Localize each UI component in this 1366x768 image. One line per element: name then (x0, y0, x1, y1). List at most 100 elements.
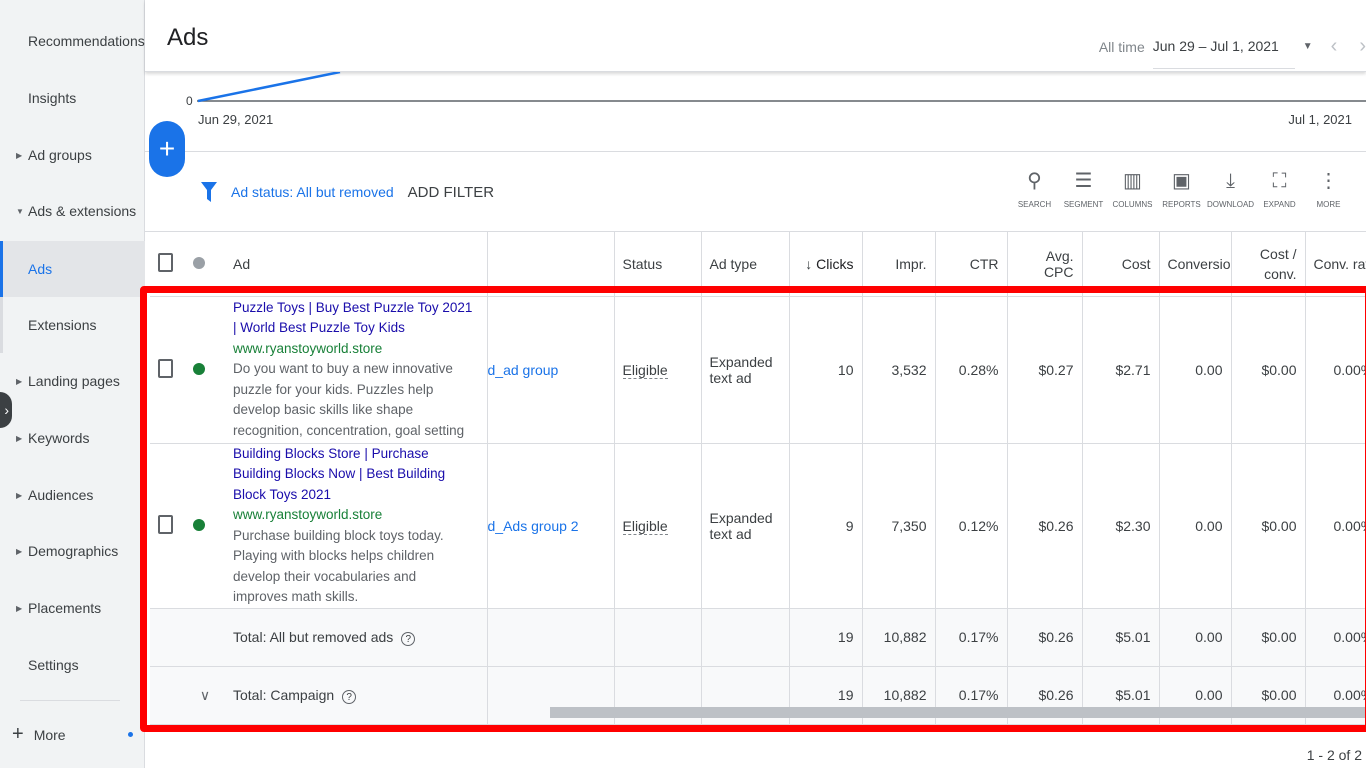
avg-cpc-total: $0.26 (1007, 608, 1083, 667)
col-ad-group[interactable] (487, 232, 615, 297)
label: Clicks (816, 255, 854, 272)
ad-description: Do you want to buy a new innovative puzz… (233, 361, 465, 438)
col-conv-rate[interactable]: Conv. rate (1305, 232, 1366, 297)
add-ad-button[interactable]: + (149, 121, 185, 177)
status-dot (185, 296, 225, 444)
col-status[interactable]: Status (614, 232, 702, 297)
sidebar: Recommendations Insights ▶ Ad groups ▼ Ads… (0, 0, 145, 768)
checkbox[interactable] (158, 358, 173, 378)
ad-type-value: Expanded text ad (701, 296, 790, 444)
checkbox[interactable] (158, 514, 173, 534)
col-cost-conv[interactable]: Cost / conv. (1231, 232, 1306, 297)
sort-desc-icon: ↓ (805, 255, 817, 272)
sidebar-item-keywords[interactable]: ▶ Keywords (0, 418, 145, 458)
ad-group-link[interactable]: d_ad group (487, 296, 615, 444)
col-ad[interactable]: Ad (225, 232, 488, 297)
ad-preview[interactable]: Puzzle Toys | Buy Best Puzzle Toy 2021 |… (225, 296, 488, 444)
dropdown-arrow-icon[interactable]: ▼ (1303, 41, 1313, 52)
expand-chevron-icon[interactable]: ∨ (185, 666, 225, 725)
chart-svg (197, 70, 1366, 103)
more-button[interactable]: ⋮ MORE (1304, 168, 1353, 216)
next-period-icon[interactable]: › (1359, 35, 1366, 58)
y-tick: 0 (186, 94, 193, 108)
sidebar-item-ad-groups[interactable]: ▶ Ad groups (0, 135, 145, 175)
caret-right-icon: ▶ (16, 546, 23, 556)
checkbox[interactable] (158, 252, 173, 272)
columns-button[interactable]: ▥ COLUMNS (1108, 168, 1157, 216)
col-cost[interactable]: Cost (1082, 232, 1160, 297)
impr-value: 3,532 (862, 296, 936, 444)
col-ctr[interactable]: CTR (935, 232, 1008, 297)
col-avg-cpc[interactable]: Avg. CPC (1007, 232, 1083, 297)
sidebar-item-landing-pages[interactable]: ▶ Landing pages (0, 361, 145, 401)
sidebar-item-demographics[interactable]: ▶ Demographics (0, 531, 145, 571)
sidebar-item-extensions[interactable]: Extensions (0, 297, 145, 353)
prev-period-icon[interactable]: ‹ (1331, 35, 1338, 58)
sidebar-item-ads[interactable]: Ads (0, 241, 145, 297)
impr-total: 10,882 (862, 608, 936, 667)
search-button[interactable]: ⚲ SEARCH (1010, 168, 1059, 216)
ad-preview[interactable]: Building Blocks Store | Purchase Buildin… (225, 443, 488, 609)
pagination-count: 1 - 2 of 2 (1306, 747, 1362, 763)
label: Extensions (28, 317, 97, 333)
help-icon[interactable]: ? (342, 689, 357, 704)
sidebar-item-insights[interactable]: Insights (0, 78, 145, 118)
label: DOWNLOAD (1206, 200, 1255, 209)
sidebar-item-settings[interactable]: Settings (0, 645, 145, 685)
ad-group-link[interactable]: d_Ads group 2 (487, 443, 615, 609)
label: EXPAND (1263, 200, 1296, 209)
page-title: Ads (167, 24, 209, 51)
divider (20, 700, 120, 701)
label: More (33, 726, 66, 743)
expand-button[interactable]: ⛶ EXPAND (1255, 168, 1304, 216)
label: Ad groups (28, 147, 92, 163)
chevron-right-icon: › (4, 402, 9, 418)
eligible-dot-icon (193, 518, 205, 531)
ad-headline[interactable]: Building Blocks Store | Purchase Buildin… (233, 444, 479, 506)
sidebar-item-ads-extensions[interactable]: ▼ Ads & extensions (0, 191, 145, 231)
filter-toolbar: Ad status: All but removed ADD FILTER ⚲ S… (145, 152, 1366, 232)
conv-rate-total: 0.00% (1305, 608, 1366, 667)
caret-right-icon: ▶ (16, 376, 23, 386)
cost-value: $2.30 (1082, 443, 1160, 609)
horizontal-scrollbar[interactable] (550, 707, 1366, 718)
reports-button[interactable]: ▣ REPORTS (1157, 168, 1206, 216)
filter-icon[interactable] (201, 182, 217, 202)
add-filter-button[interactable]: ADD FILTER (408, 184, 494, 201)
label: Keywords (28, 430, 90, 446)
col-conversions[interactable]: Conversions (1159, 232, 1232, 297)
help-icon[interactable]: ? (401, 631, 416, 646)
col-impr[interactable]: Impr. (862, 232, 936, 297)
date-value[interactable]: Jun 29 – Jul 1, 2021 (1152, 38, 1295, 69)
label: SEGMENT (1063, 200, 1104, 209)
ad-headline[interactable]: Puzzle Toys | Buy Best Puzzle Toy 2021 |… (233, 298, 479, 339)
download-icon: ⤓ (1226, 170, 1235, 192)
notification-dot (128, 732, 133, 737)
table-header: Ad Status Ad type ↓ Clicks Impr. CTR Avg… (150, 232, 1366, 297)
total-label: Total: Campaign? (225, 666, 488, 725)
row-checkbox[interactable] (150, 443, 185, 609)
select-all-checkbox[interactable] (150, 232, 185, 297)
ctr-value: 0.12% (935, 443, 1008, 609)
sidebar-item-audiences[interactable]: ▶ Audiences (0, 475, 145, 515)
col-clicks[interactable]: ↓ Clicks (789, 232, 863, 297)
download-button[interactable]: ⤓ DOWNLOAD (1206, 168, 1255, 216)
sidebar-item-recommendations[interactable]: Recommendations (0, 21, 145, 61)
ctr-total: 0.17% (935, 608, 1008, 667)
status-value[interactable]: Eligible (622, 517, 668, 535)
date-range-picker[interactable]: All time Jun 29 – Jul 1, 2021 ▼ ‹ › (1099, 24, 1366, 69)
impr-value: 7,350 (862, 443, 936, 609)
label: Ads & extensions (28, 203, 137, 219)
label: Settings (28, 657, 79, 673)
conversions-value: 0.00 (1159, 443, 1232, 609)
search-icon: ⚲ (1027, 170, 1042, 192)
row-checkbox[interactable] (150, 296, 185, 444)
col-ad-type[interactable]: Ad type (701, 232, 790, 297)
status-filter-chip[interactable]: Ad status: All but removed (231, 184, 394, 200)
status-value[interactable]: Eligible (622, 361, 668, 379)
sidebar-more[interactable]: + More (12, 723, 137, 746)
segment-button[interactable]: ☰ SEGMENT (1059, 168, 1108, 216)
label: COLUMNS (1112, 200, 1153, 209)
date-label: All time (1098, 38, 1145, 55)
sidebar-item-placements[interactable]: ▶ Placements (0, 588, 145, 628)
